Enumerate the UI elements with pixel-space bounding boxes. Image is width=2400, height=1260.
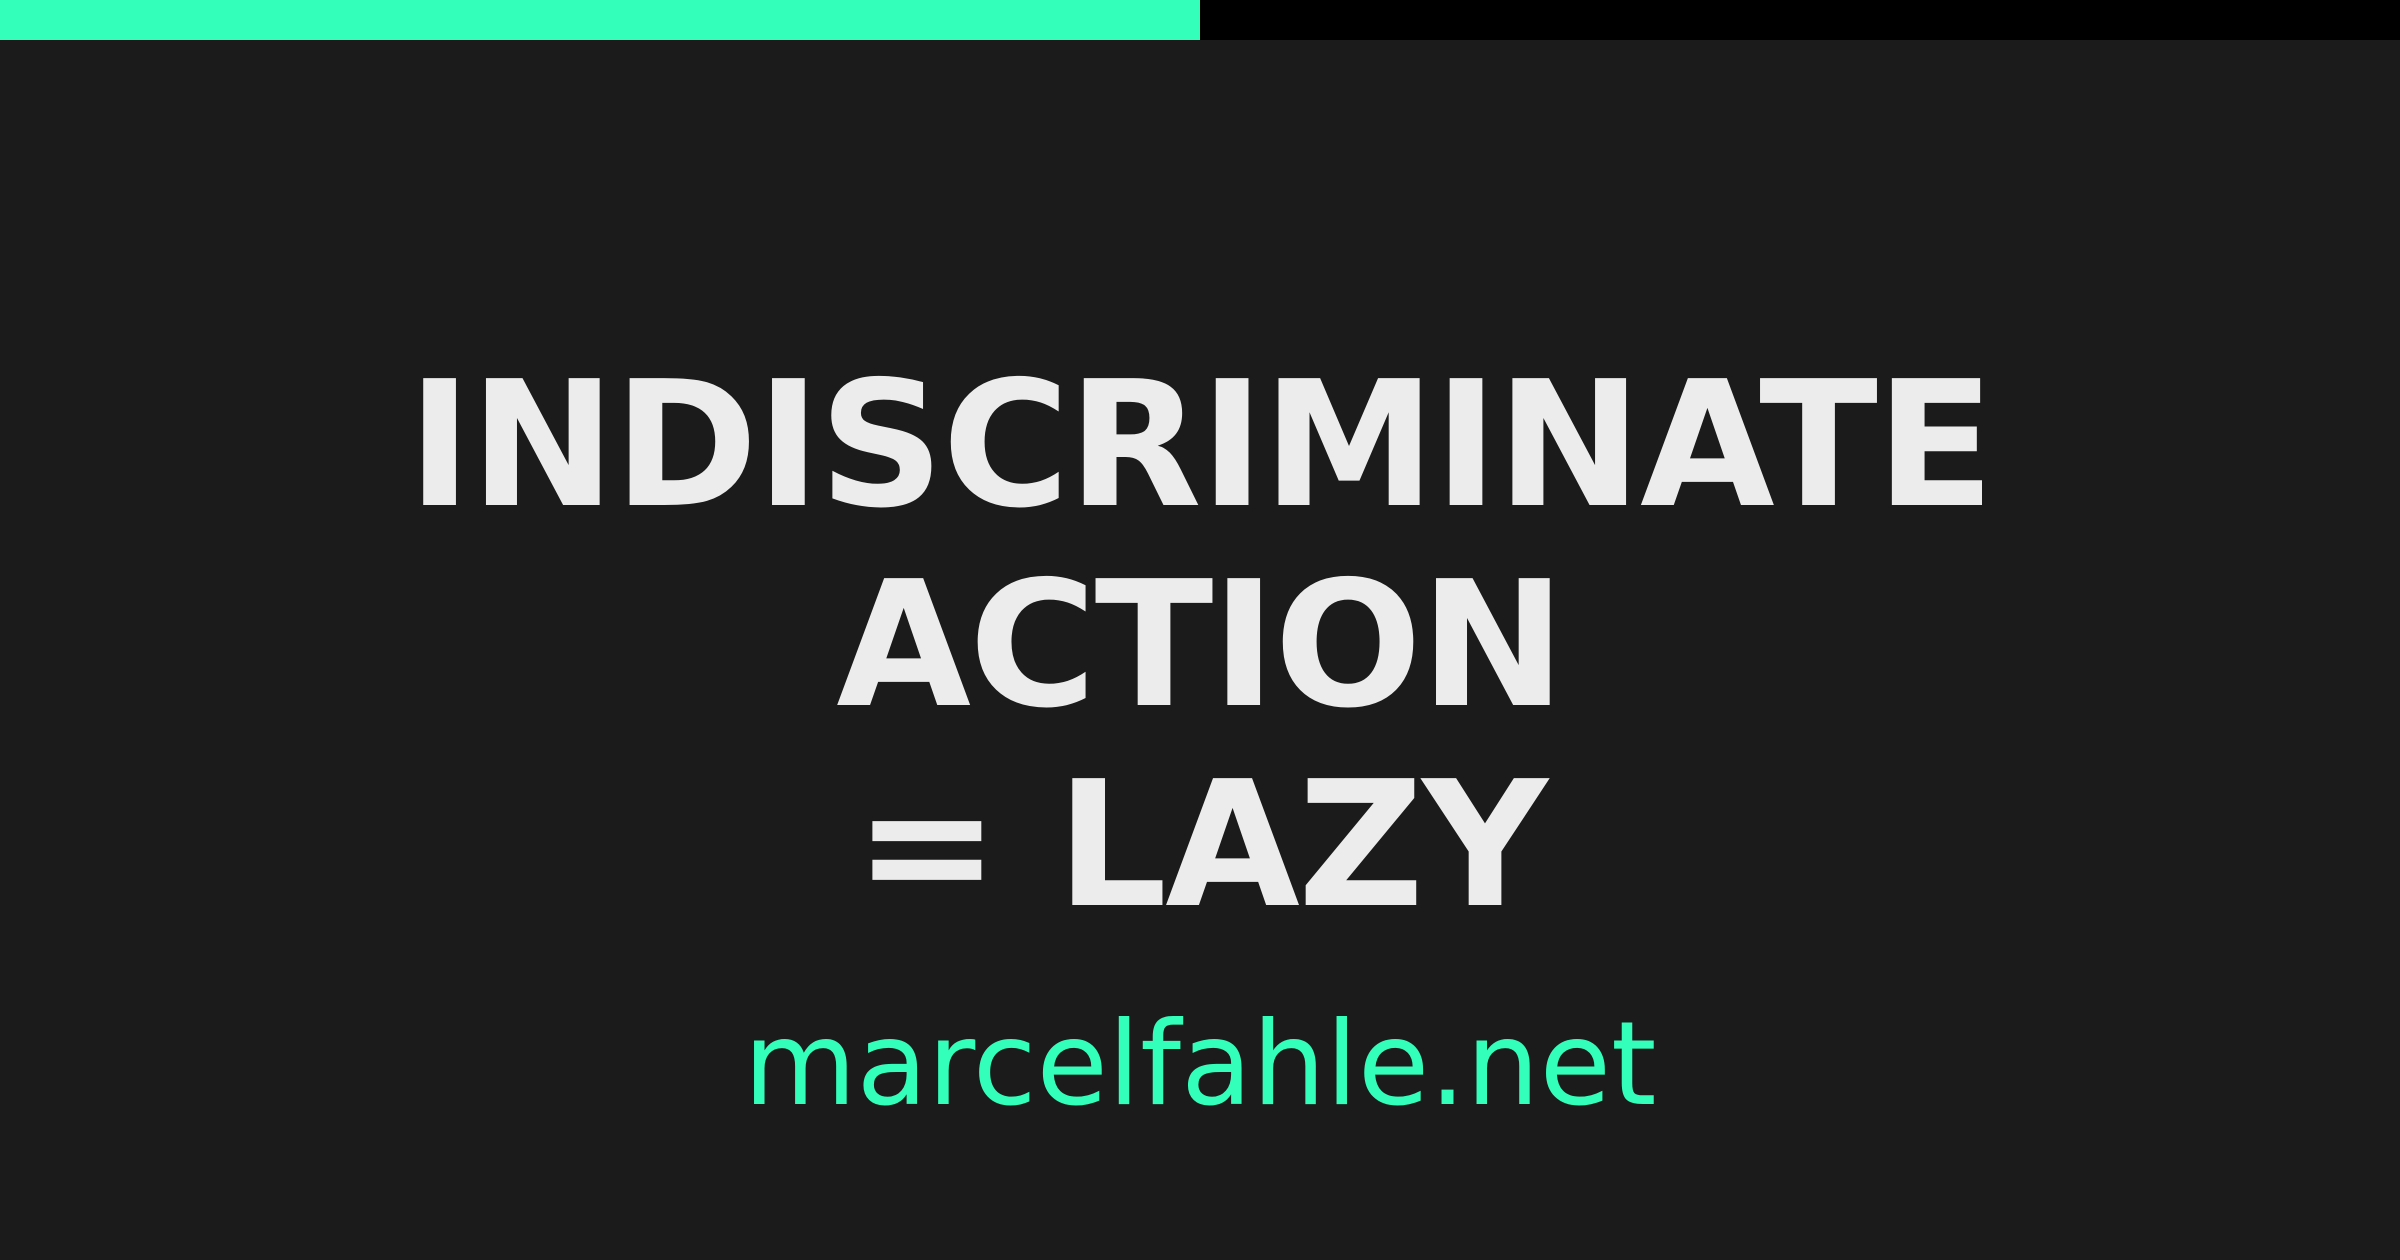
reading-progress-track [0, 0, 2400, 40]
headline: INDISCRIMINATE ACTION = LAZY [0, 346, 2400, 946]
headline-line-3: = LAZY [853, 744, 1548, 947]
headline-line-2: ACTION [836, 544, 1565, 747]
site-url[interactable]: marcelfahle.net [0, 1000, 2400, 1130]
social-card: INDISCRIMINATE ACTION = LAZY marcelfahle… [0, 0, 2400, 1260]
reading-progress-fill [0, 0, 1200, 40]
headline-line-1: INDISCRIMINATE [407, 344, 1995, 547]
